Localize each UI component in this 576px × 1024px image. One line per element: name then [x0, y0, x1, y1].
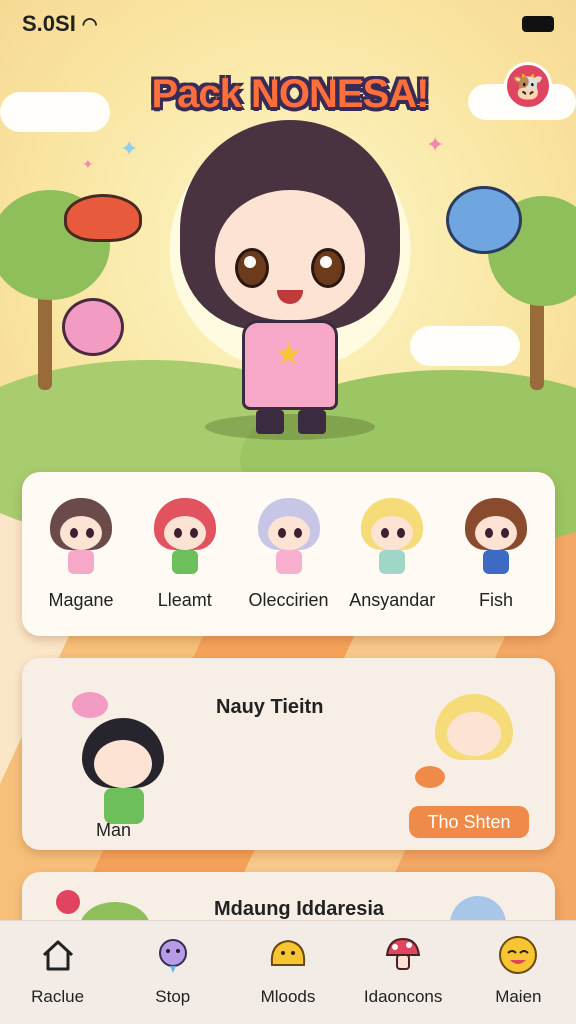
app-screen: ✦ ✦ ✦ S.0SI ◠ Pack NONESA! 🐮 ★ Magane Ll…: [0, 0, 576, 1024]
tab-maien[interactable]: Maien: [464, 933, 572, 1007]
main-character[interactable]: ★: [180, 120, 400, 440]
bottom-tab-bar: Raclue Stop Mloods Idaoncons Maien: [0, 920, 576, 1024]
status-time: S.0SI: [22, 11, 76, 36]
blue-cat-creature-icon: [446, 186, 522, 254]
tab-stop[interactable]: Stop: [119, 933, 227, 1007]
feature-card[interactable]: Man Nauy Tieitn Tho Shten: [22, 658, 555, 850]
character-legs: [256, 410, 326, 434]
character-name: Magane: [48, 590, 114, 610]
left-eye: [235, 248, 269, 288]
feature-action-button[interactable]: Tho Shten: [409, 806, 529, 838]
profile-button[interactable]: 🐮: [504, 62, 552, 110]
feature-character-right: [415, 688, 525, 798]
character-outfit: [104, 788, 144, 824]
character-avatar: [461, 498, 531, 576]
character-item[interactable]: Ansyandar: [341, 498, 443, 611]
character-avatar: [150, 498, 220, 576]
home-icon: [36, 933, 80, 977]
fish-icon: [415, 766, 445, 788]
creature-icon: [151, 933, 195, 977]
character-face: [215, 190, 365, 320]
sparkle-icon: ✦: [82, 156, 94, 172]
character-face: [447, 712, 501, 756]
feature-left-name: Man: [96, 820, 132, 840]
mushroom-icon: [381, 933, 425, 977]
cloud: [0, 92, 110, 132]
feature2-title: Mdaung Iddaresia: [214, 898, 385, 920]
tab-label: Raclue: [31, 987, 85, 1006]
profile-icon: 🐮: [511, 70, 545, 101]
right-eye: [311, 248, 345, 288]
character-name: Lleamt: [157, 590, 212, 610]
app-title: Pack NONESA!: [151, 72, 430, 116]
character-outfit: ★: [242, 320, 338, 410]
character-name: Fish: [478, 590, 513, 610]
battery-icon: [522, 16, 554, 32]
character-item[interactable]: Lleamt: [134, 498, 236, 611]
tab-label: Maien: [495, 987, 542, 1006]
character-picker-card: Magane Lleamt Oleccirien Ansyandar Fish: [22, 472, 555, 636]
smile-face-icon: [496, 933, 540, 977]
apple-icon: [56, 890, 80, 914]
feature-character-left: [62, 688, 172, 838]
tab-label: Mloods: [260, 987, 316, 1006]
pudding-icon: [266, 933, 310, 977]
tab-label: Stop: [155, 987, 191, 1006]
wifi-icon: ◠: [81, 13, 98, 34]
character-item[interactable]: Magane: [30, 498, 132, 611]
character-avatar: [46, 498, 116, 576]
character-list: Magane Lleamt Oleccirien Ansyandar Fish: [30, 498, 547, 611]
tab-raclue[interactable]: Raclue: [4, 933, 112, 1007]
pig-creature-icon: [72, 692, 108, 718]
tab-mloods[interactable]: Mloods: [234, 933, 342, 1007]
mushroom-icon: [64, 194, 142, 242]
leg: [256, 410, 284, 434]
character-avatar: [357, 498, 427, 576]
character-item[interactable]: Oleccirien: [238, 498, 340, 611]
pig-creature-icon: [62, 298, 124, 356]
character-avatar: [254, 498, 324, 576]
character-item[interactable]: Fish: [445, 498, 547, 611]
cloud: [410, 326, 520, 366]
tab-idaoncons[interactable]: Idaoncons: [349, 933, 457, 1007]
sparkle-icon: ✦: [120, 136, 139, 161]
status-bar: S.0SI ◠: [22, 10, 554, 38]
character-face: [94, 740, 152, 788]
leg: [298, 410, 326, 434]
tab-label: Idaoncons: [363, 987, 443, 1006]
character-name: Ansyandar: [349, 590, 436, 610]
character-name: Oleccirien: [248, 590, 329, 610]
mouth: [277, 290, 303, 304]
sparkle-icon: ✦: [426, 132, 445, 157]
star-icon: ★: [275, 338, 302, 371]
feature-title: Nauy Tieitn: [216, 696, 324, 718]
